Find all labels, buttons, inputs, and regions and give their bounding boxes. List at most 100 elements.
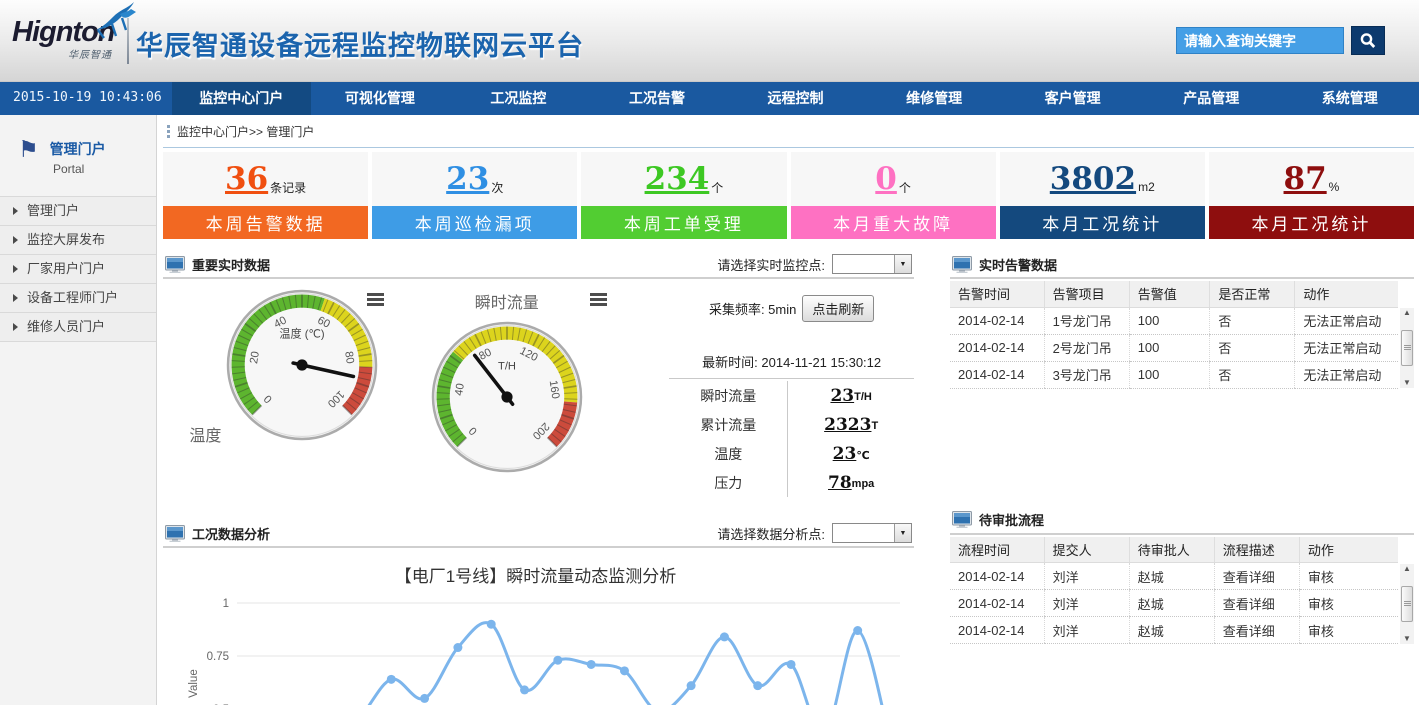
header-search	[1176, 26, 1385, 55]
table-row[interactable]: 2014-02-14刘洋赵城查看详细审核	[950, 563, 1398, 590]
divider	[163, 147, 1414, 148]
audit-link[interactable]: 审核	[1299, 590, 1398, 617]
sidebar-item-label: 设备工程师门户	[27, 290, 118, 305]
stat-label: 本月重大故障	[791, 206, 996, 239]
monitor-icon	[952, 256, 972, 273]
monitor-icon	[952, 511, 972, 528]
nav-item-condition-alarm[interactable]: 工况告警	[588, 82, 727, 115]
column-header: 流程描述	[1214, 537, 1299, 563]
arrow-right-icon	[13, 294, 18, 302]
nav-menu: 监控中心门户 可视化管理 工况监控 工况告警 远程控制 维修管理 客户管理 产品…	[172, 82, 1419, 115]
monitor-icon	[165, 256, 185, 273]
audit-link[interactable]: 审核	[1299, 617, 1398, 644]
sidebar-item-maintainer-portal[interactable]: 维修人员门户	[0, 313, 156, 342]
sidebar-item-label: 监控大屏发布	[27, 232, 105, 247]
nav-item-system[interactable]: 系统管理	[1281, 82, 1419, 115]
arrow-right-icon	[13, 323, 18, 331]
main-content: 监控中心门户>> 管理门户 36条记录 本周告警数据 23次 本周巡检漏项 23…	[158, 115, 1419, 705]
breadcrumb-text: 监控中心门户>> 管理门户	[177, 123, 314, 140]
alarm-table: 告警时间 告警项目 告警值 是否正常 动作 2014-02-141号龙门吊100…	[950, 281, 1414, 389]
sidebar-item-label: 厂家用户门户	[27, 261, 105, 276]
title-divider	[127, 18, 129, 64]
panel-title: 待审批流程	[979, 510, 1044, 529]
scroll-up-icon[interactable]: ▲	[1403, 565, 1411, 573]
table-scrollbar[interactable]: ▲ ▼	[1400, 308, 1414, 388]
svg-text:温度 (℃): 温度 (℃)	[279, 327, 325, 341]
chart-menu-icon[interactable]	[367, 293, 384, 308]
table-row[interactable]: 2014-02-142号龙门吊100否无法正常启动	[950, 334, 1398, 361]
arrow-right-icon	[13, 207, 18, 215]
table-row[interactable]: 2014-02-14刘洋赵城查看详细审核	[950, 617, 1398, 644]
stat-card-weekly-inspection[interactable]: 23次 本周巡检漏项	[372, 152, 577, 239]
nav-item-condition-monitor[interactable]: 工况监控	[449, 82, 588, 115]
view-detail-link[interactable]: 查看详细	[1214, 590, 1299, 617]
refresh-button[interactable]: 点击刷新	[802, 295, 874, 322]
sidebar-item-screen-publish[interactable]: 监控大屏发布	[0, 226, 156, 255]
stat-card-monthly-faults[interactable]: 0个 本月重大故障	[791, 152, 996, 239]
scrollbar-thumb[interactable]	[1401, 330, 1413, 366]
scroll-down-icon[interactable]: ▼	[1403, 379, 1411, 387]
divider	[669, 378, 914, 379]
column-header: 流程时间	[950, 537, 1044, 563]
table-header-row: 告警时间 告警项目 告警值 是否正常 动作	[950, 281, 1398, 307]
antelope-logo-icon	[90, 0, 142, 44]
breadcrumb-icon	[167, 125, 170, 138]
chevron-down-icon: ▼	[894, 524, 911, 542]
column-header: 告警项目	[1044, 281, 1129, 307]
scroll-up-icon[interactable]: ▲	[1403, 309, 1411, 317]
stat-card-weekly-alarms[interactable]: 36条记录 本周告警数据	[163, 152, 368, 239]
nav-item-visualization[interactable]: 可视化管理	[311, 82, 450, 115]
monitor-point-select[interactable]: ▼	[832, 254, 912, 274]
audit-link[interactable]: 审核	[1299, 563, 1398, 590]
stat-value: 87	[1284, 164, 1327, 195]
stat-label: 本周工单受理	[581, 206, 786, 239]
stat-value: 3802	[1050, 164, 1136, 195]
table-row[interactable]: 2014-02-143号龙门吊100否无法正常启动	[950, 361, 1398, 388]
flag-icon: ⚑	[18, 139, 39, 159]
analysis-point-select[interactable]: ▼	[832, 523, 912, 543]
view-detail-link[interactable]: 查看详细	[1214, 563, 1299, 590]
reading-value: 2323	[824, 415, 871, 435]
search-input[interactable]	[1176, 27, 1344, 54]
scroll-down-icon[interactable]: ▼	[1403, 635, 1411, 643]
realtime-panel-body: 温度 020406080100温度 (℃) 瞬时流量 0408012016020…	[163, 279, 914, 504]
nav-item-maintenance[interactable]: 维修管理	[865, 82, 1004, 115]
chevron-down-icon: ▼	[894, 255, 911, 273]
svg-text:0.75: 0.75	[207, 651, 229, 663]
sidebar-item-admin-portal[interactable]: 管理门户	[0, 197, 156, 226]
reading-value: 78	[828, 473, 852, 493]
sidebar-item-engineer-portal[interactable]: 设备工程师门户	[0, 284, 156, 313]
column-header: 告警时间	[950, 281, 1044, 307]
nav-item-monitor-center[interactable]: 监控中心门户	[172, 82, 311, 115]
sidebar-item-vendor-portal[interactable]: 厂家用户门户	[0, 255, 156, 284]
svg-text:20: 20	[248, 351, 262, 365]
analysis-panel-header: 工况数据分析 请选择数据分析点: ▼	[163, 520, 914, 548]
nav-item-products[interactable]: 产品管理	[1142, 82, 1281, 115]
arrow-right-icon	[13, 236, 18, 244]
chart-title: 【电厂1号线】瞬时流量动态监测分析	[163, 562, 908, 587]
stat-unit: 个	[899, 179, 911, 196]
reading-unit: T/H	[854, 391, 872, 403]
reading-value: 23	[830, 386, 854, 406]
flow-gauge: 04080120160200T/H	[431, 321, 583, 473]
view-detail-link[interactable]: 查看详细	[1214, 617, 1299, 644]
stat-card-monthly-condition-area[interactable]: 3802m2 本月工况统计	[1000, 152, 1205, 239]
search-button[interactable]	[1351, 26, 1385, 55]
sidebar-title: 管理门户	[50, 139, 106, 159]
nav-item-customers[interactable]: 客户管理	[1003, 82, 1142, 115]
analysis-point-label: 请选择数据分析点:	[717, 524, 825, 543]
nav-item-remote-control[interactable]: 远程控制	[726, 82, 865, 115]
scrollbar-thumb[interactable]	[1401, 586, 1413, 622]
stat-unit: m2	[1138, 180, 1155, 194]
table-row[interactable]: 2014-02-141号龙门吊100否无法正常启动	[950, 307, 1398, 334]
table-scrollbar[interactable]: ▲ ▼	[1400, 564, 1414, 644]
table-header-row: 流程时间 提交人 待审批人 流程描述 动作	[950, 537, 1398, 563]
table-row[interactable]: 2014-02-14刘洋赵城查看详细审核	[950, 590, 1398, 617]
approval-panel-header: 待审批流程	[950, 507, 1414, 535]
stat-card-weekly-orders[interactable]: 234个 本周工单受理	[581, 152, 786, 239]
approval-table: 流程时间 提交人 待审批人 流程描述 动作 2014-02-14刘洋赵城查看详细…	[950, 537, 1414, 645]
reading-label: 累计流量	[700, 415, 756, 435]
portal-sidebar: ⚑ 管理门户 Portal 管理门户 监控大屏发布 厂家用户门户 设备工程师门户…	[0, 115, 157, 705]
chart-menu-icon[interactable]	[590, 293, 607, 308]
stat-card-monthly-condition-pct[interactable]: 87% 本月工况统计	[1209, 152, 1414, 239]
